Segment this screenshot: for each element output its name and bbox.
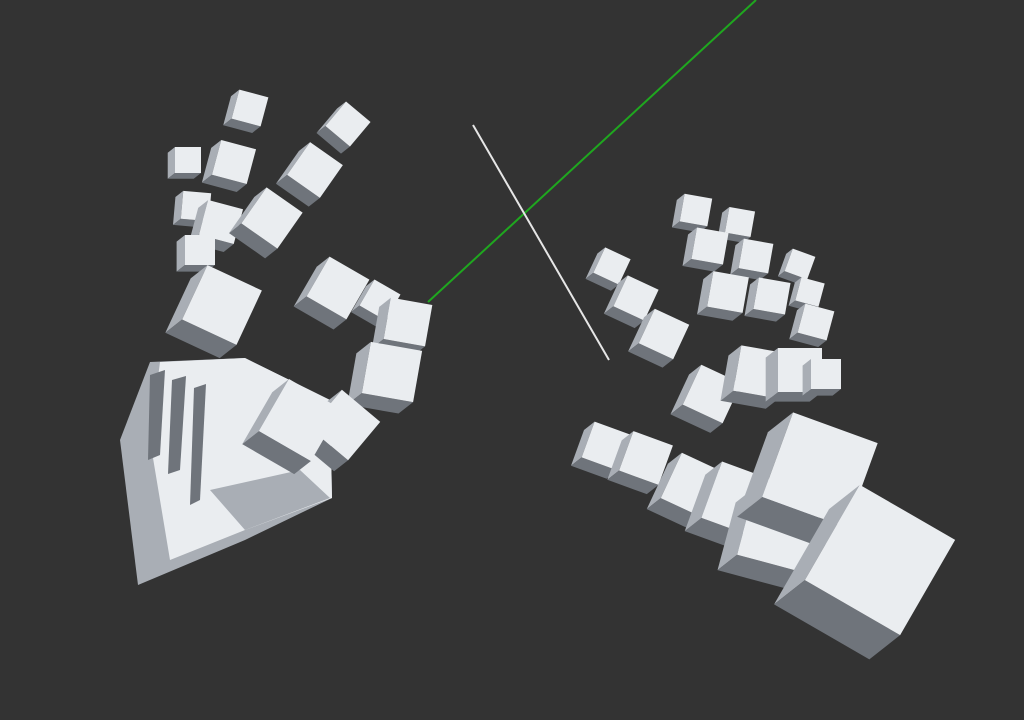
cube-top-face bbox=[707, 271, 749, 313]
cube-top-face bbox=[738, 238, 774, 274]
hand-joint-cube bbox=[347, 341, 423, 414]
hand-joint-cube bbox=[697, 271, 749, 321]
hand-joint-cube bbox=[802, 359, 841, 396]
hand-joint-cube bbox=[682, 227, 729, 272]
hand-joint-cube bbox=[671, 193, 713, 233]
hand-joint-cube bbox=[167, 147, 201, 179]
cube-top-face bbox=[361, 341, 423, 403]
cube-top-face bbox=[691, 227, 729, 265]
cube-top-face bbox=[811, 359, 841, 389]
cube-top-face bbox=[383, 297, 433, 347]
cube-top-face bbox=[724, 206, 756, 238]
cube-top-face bbox=[679, 193, 713, 227]
cube-top-face bbox=[753, 277, 791, 315]
hand-joint-cube bbox=[730, 238, 774, 280]
cube-top-face bbox=[185, 235, 215, 265]
cube-top-face bbox=[175, 147, 201, 173]
hand-joint-cube bbox=[744, 277, 791, 322]
vr-hands-viewport bbox=[0, 0, 1024, 720]
